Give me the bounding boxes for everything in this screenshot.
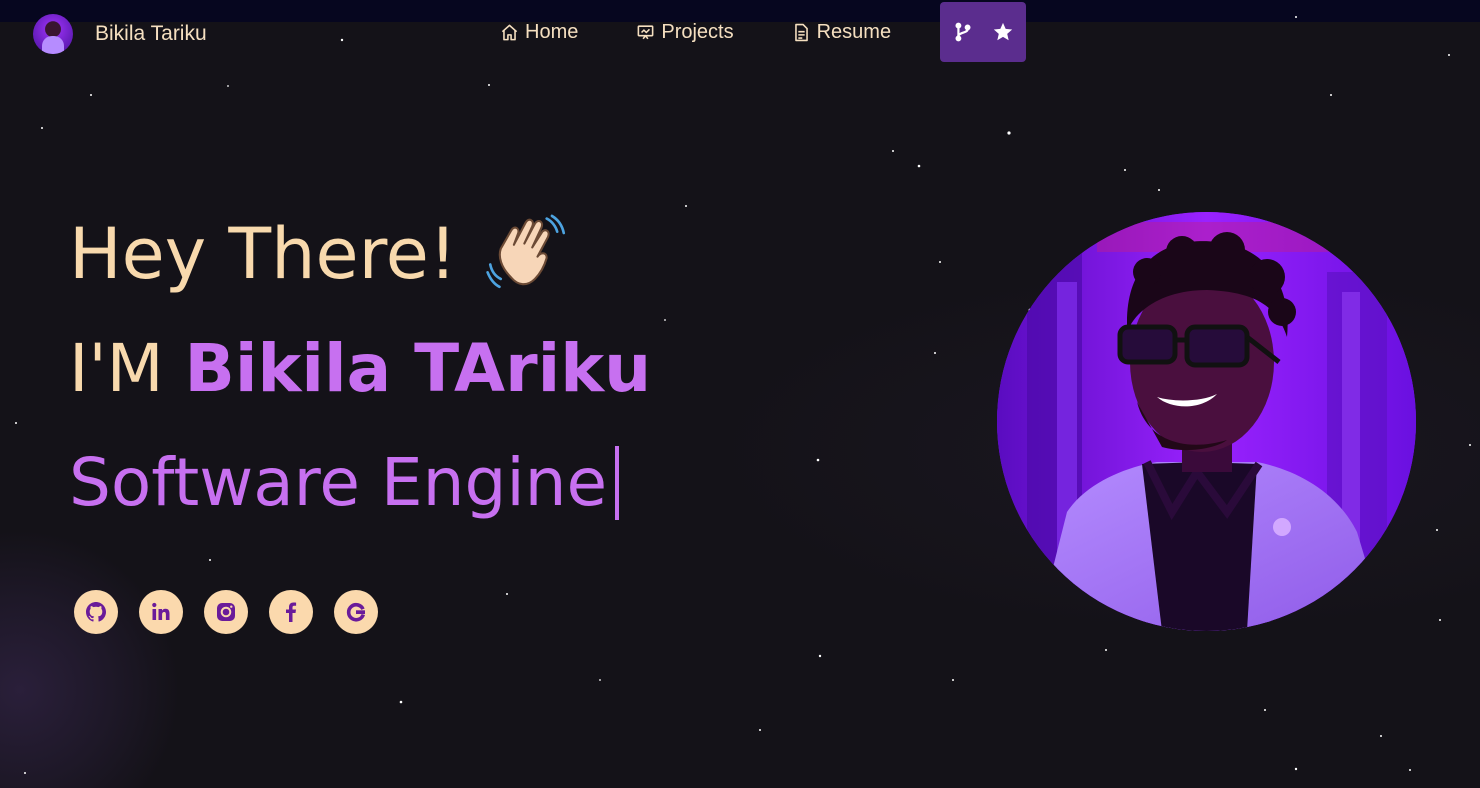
document-icon bbox=[794, 23, 808, 41]
presentation-icon bbox=[637, 24, 654, 39]
brand-name: Bikila Tariku bbox=[95, 22, 207, 45]
git-branch-icon bbox=[955, 22, 971, 42]
profile-photo-illustration bbox=[997, 212, 1416, 631]
linkedin-link[interactable] bbox=[139, 590, 183, 634]
social-links bbox=[74, 590, 378, 634]
intro-heading: I'M Bikila TAriku bbox=[69, 330, 651, 407]
nav-menu: Home Projects Resume bbox=[500, 14, 949, 50]
intro-name: Bikila TAriku bbox=[184, 330, 652, 407]
profile-photo bbox=[997, 212, 1416, 631]
nav-item-label: Home bbox=[525, 20, 579, 43]
google-icon bbox=[346, 602, 366, 622]
nav-item-label: Resume bbox=[816, 20, 892, 43]
greeting-heading: Hey There! bbox=[69, 212, 569, 296]
github-fork-star-button[interactable] bbox=[940, 2, 1026, 62]
page: Bikila Tariku Home Projects Resume Hey T… bbox=[0, 0, 1480, 788]
facebook-link[interactable] bbox=[269, 590, 313, 634]
facebook-icon bbox=[286, 602, 297, 622]
intro-prefix: I'M bbox=[69, 330, 164, 407]
brand-link[interactable]: Bikila Tariku bbox=[33, 14, 207, 54]
waving-hand-icon bbox=[486, 214, 566, 289]
nav-item-resume[interactable]: Resume bbox=[792, 21, 891, 44]
google-link[interactable] bbox=[334, 590, 378, 634]
typed-text: Software Engine bbox=[69, 444, 608, 521]
typewriter-role: Software Engine bbox=[69, 444, 620, 521]
instagram-link[interactable] bbox=[204, 590, 248, 634]
home-icon bbox=[501, 24, 518, 40]
star-icon bbox=[993, 22, 1013, 41]
nav-item-home[interactable]: Home bbox=[500, 21, 578, 44]
nav-item-projects[interactable]: Projects bbox=[636, 20, 734, 44]
instagram-icon bbox=[217, 603, 235, 621]
github-link[interactable] bbox=[74, 590, 118, 634]
profile-avatar-icon bbox=[33, 14, 73, 54]
typing-cursor bbox=[615, 445, 620, 520]
nav-item-label: Projects bbox=[661, 20, 734, 43]
linkedin-icon bbox=[152, 602, 170, 620]
github-icon bbox=[86, 602, 106, 622]
greeting-text: Hey There! bbox=[69, 213, 457, 295]
